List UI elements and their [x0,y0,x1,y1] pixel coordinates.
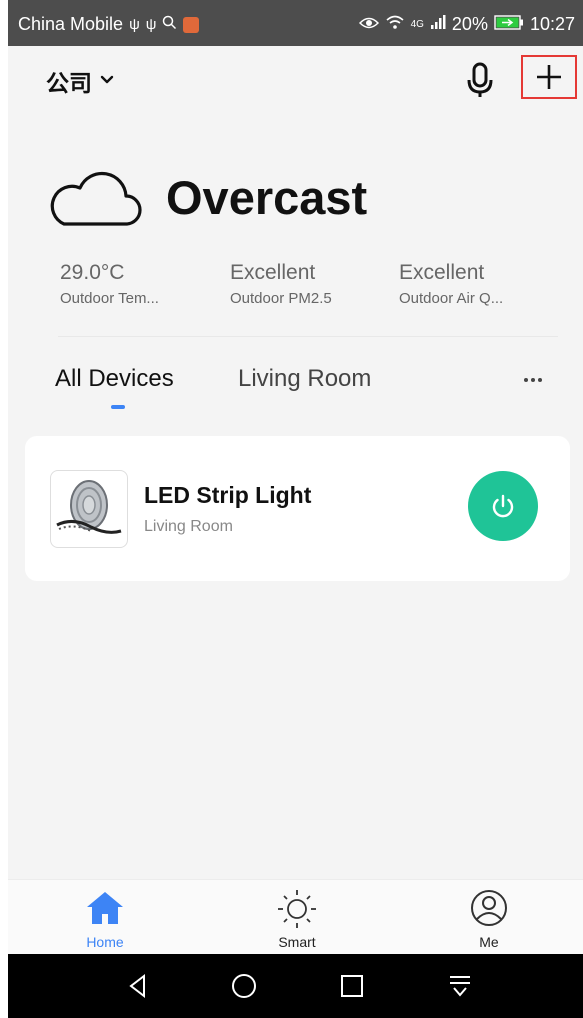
metric-value: 29.0°C [60,261,125,284]
back-button[interactable] [120,968,156,1004]
device-room: Living Room [144,518,233,535]
search-icon [162,14,177,35]
battery-icon [494,14,524,35]
recent-apps-button[interactable] [334,968,370,1004]
status-bar: China Mobile ψ ψ 4G 20% 10:27 [8,0,583,46]
power-button[interactable] [468,471,538,541]
pulldown-icon [450,976,470,997]
signal-icon [430,14,446,35]
power-icon [492,494,514,518]
clock: 10:27 [529,14,575,34]
cloud-icon [46,166,142,228]
metric-label: Outdoor Tem... [60,290,159,307]
outdoor-temperature: 29.0°C Outdoor Tem... [60,260,159,310]
plus-icon [537,65,561,89]
bottom-tab-me[interactable]: Me [444,888,534,950]
square-icon [341,975,363,997]
usb-icon: ψ [129,15,140,33]
device-card[interactable]: LED Strip Light Living Room [25,436,570,581]
carrier-name: China Mobile [18,14,124,34]
voice-button[interactable] [463,60,497,100]
bottom-tab-smart[interactable]: Smart [252,888,342,950]
network-type: 4G [410,18,424,30]
metric-label: Outdoor PM2.5 [230,290,332,307]
weather-condition: Overcast [166,171,368,224]
tab-all-devices[interactable]: All Devices [55,365,174,393]
device-name: LED Strip Light [144,482,312,508]
bottom-tab-label: Home [86,934,124,950]
home-name: 公司 [46,70,92,96]
divider [58,336,558,337]
outdoor-air-quality: Excellent Outdoor Air Q... [399,260,503,310]
tab-living-room[interactable]: Living Room [238,365,371,393]
system-home-button[interactable] [226,968,262,1004]
bottom-tab-label: Smart [278,934,316,950]
bottom-tab-home[interactable]: Home [60,888,150,950]
notification-pulldown-button[interactable] [442,968,478,1004]
wifi-icon [385,14,405,35]
sun-icon [278,890,316,928]
app-notification-icon [183,16,200,33]
usb-icon: ψ [145,15,157,33]
user-icon [471,890,507,926]
back-icon [129,973,145,999]
chevron-down-icon [100,72,114,90]
circle-icon [232,974,256,998]
app-screen: China Mobile ψ ψ 4G 20% 10:27 公司 Overcas… [8,0,583,1018]
metric-label: Outdoor Air Q... [399,290,504,307]
mic-icon [467,62,493,97]
more-icon[interactable] [524,368,558,392]
system-navigation-bar [8,954,583,1018]
home-selector[interactable]: 公司 [46,64,114,98]
outdoor-pm25: Excellent Outdoor PM2.5 [230,260,332,310]
metric-value: Excellent [399,261,485,284]
add-device-button[interactable] [521,55,577,99]
bottom-tab-label: Me [479,934,499,950]
bottom-tab-bar: Home Smart Me [8,879,583,954]
home-icon [87,892,123,924]
device-thumbnail [50,470,128,548]
metric-value: Excellent [230,261,316,284]
battery-percent: 20% [451,14,488,34]
eye-icon [358,14,379,35]
active-tab-indicator [111,405,125,409]
